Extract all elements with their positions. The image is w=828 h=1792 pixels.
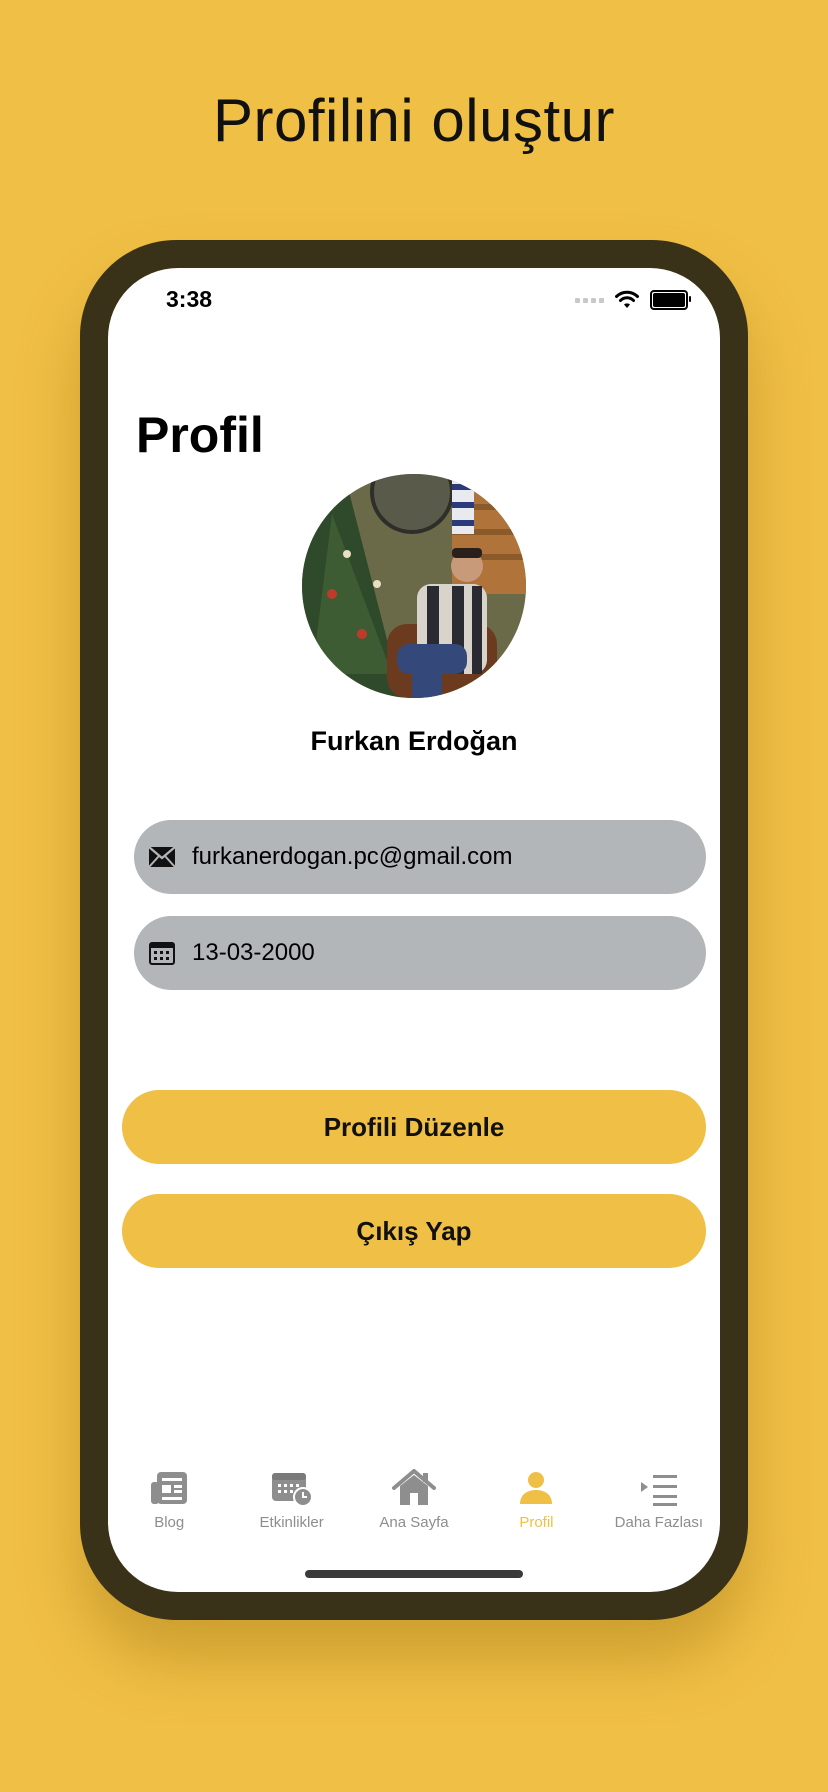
tab-more[interactable]: Daha Fazlası	[598, 1468, 720, 1548]
tab-label: Blog	[154, 1514, 185, 1531]
tab-profile[interactable]: Profil	[475, 1468, 597, 1548]
wifi-icon	[615, 290, 639, 308]
newspaper-icon	[147, 1468, 191, 1508]
home-indicator[interactable]	[305, 1570, 523, 1578]
birth-date-field[interactable]: 13-03-2000	[134, 916, 706, 990]
tab-bar: Blog Etkinlikler Ana Sayfa Profil Daha F…	[108, 1468, 720, 1548]
tab-label: Ana Sayfa	[379, 1514, 449, 1531]
tab-label: Etkinlikler	[259, 1514, 324, 1531]
tab-blog[interactable]: Blog	[108, 1468, 230, 1548]
email-field[interactable]: furkanerdogan.pc@gmail.com	[134, 820, 706, 894]
tab-label: Daha Fazlası	[614, 1514, 704, 1531]
logout-button[interactable]: Çıkış Yap	[122, 1194, 706, 1268]
tab-home[interactable]: Ana Sayfa	[353, 1468, 475, 1548]
status-indicators	[575, 290, 691, 310]
battery-icon	[650, 290, 691, 310]
envelope-icon	[148, 843, 176, 871]
calendar-clock-icon	[270, 1468, 314, 1508]
person-icon	[514, 1468, 558, 1508]
user-name: Furkan Erdoğan	[310, 726, 518, 756]
birth-date-value: 13-03-2000	[192, 939, 315, 966]
list-more-icon	[637, 1468, 681, 1508]
phone-screen: 3:38 Profil Furkan Erdoğan furkanerdogan…	[108, 268, 720, 1592]
edit-profile-button[interactable]: Profili Düzenle	[122, 1090, 706, 1164]
promo-title: Profilini oluştur	[213, 87, 615, 154]
email-value: furkanerdogan.pc@gmail.com	[192, 843, 513, 870]
tab-label: Profil	[519, 1514, 554, 1531]
status-time: 3:38	[166, 286, 213, 312]
calendar-icon	[148, 939, 176, 967]
signal-icon	[575, 297, 604, 303]
tab-events[interactable]: Etkinlikler	[230, 1468, 352, 1548]
house-icon	[392, 1468, 437, 1508]
page-title: Profil	[136, 407, 264, 463]
profile-avatar[interactable]	[302, 474, 526, 698]
profile-photo	[302, 474, 526, 698]
